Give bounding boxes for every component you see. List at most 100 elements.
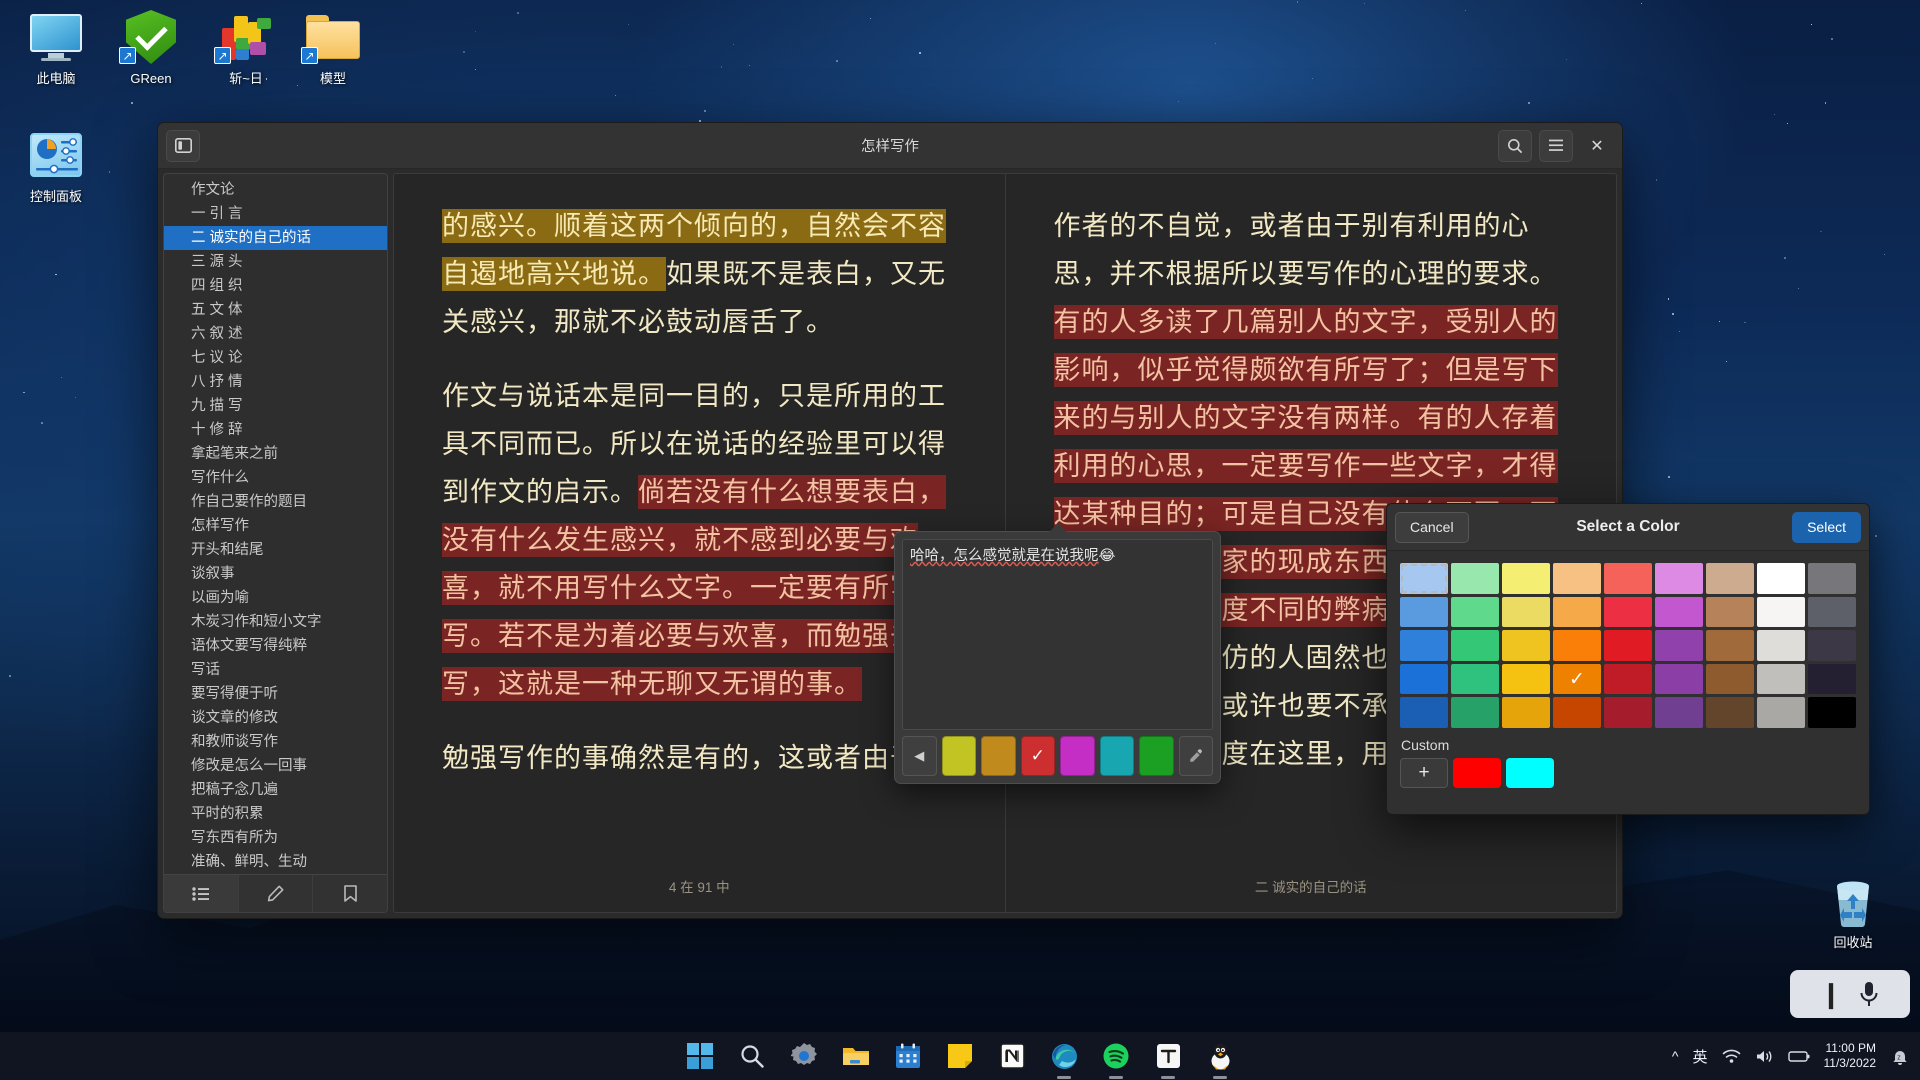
color-swatch[interactable] — [1451, 664, 1499, 695]
sidebar-item[interactable]: 七 议 论 — [164, 346, 387, 370]
color-swatch[interactable] — [1553, 630, 1601, 661]
sidebar-item[interactable]: 写话 — [164, 658, 387, 682]
taskbar-spotify-icon[interactable] — [1101, 1041, 1131, 1071]
bookmark-icon[interactable] — [313, 875, 387, 912]
desktop-icon-green[interactable]: ↗ GReen — [103, 8, 199, 87]
color-swatch[interactable] — [1604, 563, 1652, 594]
taskbar-microsoft-edge-icon[interactable] — [1049, 1041, 1079, 1071]
sidebar-toggle-icon[interactable] — [166, 130, 200, 162]
chevron-left-icon[interactable]: ◀ — [902, 736, 937, 776]
desktop-icon-this-pc[interactable]: 此电脑 — [8, 8, 104, 87]
sidebar-item[interactable]: 木炭习作和短小文字 — [164, 610, 387, 634]
sidebar-item[interactable]: 作文论 — [164, 178, 387, 202]
eyedropper-icon[interactable] — [1179, 736, 1214, 776]
select-button[interactable]: Select — [1792, 512, 1861, 543]
sidebar-item[interactable]: 四 组 织 — [164, 274, 387, 298]
sidebar-item[interactable]: 五 文 体 — [164, 298, 387, 322]
taskbar-sticky-notes-icon[interactable] — [945, 1041, 975, 1071]
taskbar-file-explorer-icon[interactable] — [841, 1041, 871, 1071]
color-swatch[interactable] — [1757, 664, 1805, 695]
cancel-button[interactable]: Cancel — [1395, 512, 1469, 543]
clock[interactable]: 11:00 PM 11/3/2022 — [1824, 1041, 1877, 1071]
color-swatch[interactable] — [1655, 664, 1703, 695]
color-swatch[interactable] — [1655, 630, 1703, 661]
color-swatch[interactable] — [1553, 697, 1601, 728]
sidebar-item[interactable]: 谈文章的修改 — [164, 706, 387, 730]
battery-icon[interactable] — [1788, 1050, 1810, 1063]
desktop-icon-winrar[interactable]: ↗ 斩~日 — [198, 8, 294, 87]
microphone-icon[interactable] — [1858, 980, 1880, 1008]
toc-list-icon[interactable] — [164, 875, 239, 912]
color-swatch[interactable] — [1553, 563, 1601, 594]
note-color-swatch[interactable] — [1060, 736, 1095, 776]
sidebar-item[interactable]: 和教师谈写作 — [164, 730, 387, 754]
color-swatch[interactable] — [1502, 630, 1550, 661]
wifi-icon[interactable] — [1722, 1049, 1741, 1064]
color-swatch[interactable] — [1757, 597, 1805, 628]
color-swatch[interactable] — [1757, 630, 1805, 661]
color-swatch[interactable]: ✓ — [1553, 664, 1601, 695]
color-swatch[interactable] — [1604, 630, 1652, 661]
color-swatch[interactable] — [1400, 630, 1448, 661]
sidebar-item[interactable]: 拿起笔来之前 — [164, 442, 387, 466]
color-swatch[interactable] — [1808, 664, 1856, 695]
tray-chevron-up-icon[interactable]: ^ — [1672, 1048, 1679, 1064]
search-icon[interactable] — [1498, 130, 1532, 162]
sidebar-item[interactable]: 写作什么 — [164, 466, 387, 490]
color-swatch[interactable] — [1808, 597, 1856, 628]
sidebar-item[interactable]: 准确、鲜明、生动 — [164, 850, 387, 874]
desktop-icon-model-folder[interactable]: ↗ 模型 — [285, 8, 381, 87]
sidebar-item[interactable]: 要写得便于听 — [164, 682, 387, 706]
color-swatch[interactable] — [1604, 597, 1652, 628]
note-text-area[interactable]: 哈哈，怎么感觉就是在说我呢😂 — [902, 539, 1213, 730]
color-swatch[interactable] — [1400, 563, 1448, 594]
color-swatch[interactable] — [1706, 664, 1754, 695]
sidebar-item[interactable]: 六 叙 述 — [164, 322, 387, 346]
annotation-pencil-icon[interactable] — [239, 875, 314, 912]
volume-icon[interactable] — [1755, 1049, 1774, 1064]
sidebar-item[interactable]: 写东西有所为 — [164, 826, 387, 850]
color-swatch[interactable] — [1757, 563, 1805, 594]
color-swatch[interactable] — [1604, 697, 1652, 728]
color-swatch[interactable] — [1655, 563, 1703, 594]
desktop-icon-control-panel[interactable]: 控制面板 — [8, 126, 104, 205]
color-swatch[interactable] — [1502, 563, 1550, 594]
ime-indicator[interactable]: 英 — [1692, 1046, 1707, 1067]
sidebar-item[interactable]: 怎样写作 — [164, 514, 387, 538]
color-swatch[interactable] — [1400, 664, 1448, 695]
taskbar-typora-icon[interactable] — [1153, 1041, 1183, 1071]
color-swatch[interactable] — [1706, 630, 1754, 661]
color-swatch[interactable] — [1706, 697, 1754, 728]
add-custom-color-button[interactable]: + — [1400, 758, 1448, 788]
close-icon[interactable]: ✕ — [1580, 130, 1614, 162]
color-swatch[interactable] — [1502, 697, 1550, 728]
color-swatch[interactable] — [1808, 630, 1856, 661]
custom-color-swatch[interactable] — [1506, 758, 1554, 788]
taskbar-start-windows-icon[interactable] — [685, 1041, 715, 1071]
sidebar-item[interactable]: 开头和结尾 — [164, 538, 387, 562]
color-swatch[interactable] — [1655, 697, 1703, 728]
color-swatch[interactable] — [1400, 597, 1448, 628]
table-of-contents[interactable]: 作文论一 引 言二 诚实的自己的话三 源 头四 组 织五 文 体六 叙 述七 议… — [164, 174, 387, 874]
color-swatch[interactable] — [1451, 630, 1499, 661]
color-swatch[interactable] — [1706, 597, 1754, 628]
sidebar-item[interactable]: 语体文要写得纯粹 — [164, 634, 387, 658]
taskbar-calendar-icon[interactable] — [893, 1041, 923, 1071]
sidebar-item[interactable]: 三 源 头 — [164, 250, 387, 274]
color-swatch[interactable] — [1400, 697, 1448, 728]
note-color-swatch[interactable] — [942, 736, 977, 776]
sidebar-item[interactable]: 作自己要作的题目 — [164, 490, 387, 514]
notification-bell-icon[interactable]: z — [1890, 1047, 1910, 1066]
sidebar-item[interactable]: 修改是怎么一回事 — [164, 754, 387, 778]
color-swatch[interactable] — [1553, 597, 1601, 628]
note-color-swatch[interactable] — [981, 736, 1016, 776]
hamburger-menu-icon[interactable] — [1539, 130, 1573, 162]
color-swatch[interactable] — [1451, 597, 1499, 628]
taskbar-linux-tux-icon[interactable] — [1205, 1041, 1235, 1071]
note-color-swatch[interactable] — [1100, 736, 1135, 776]
color-swatch[interactable] — [1808, 563, 1856, 594]
note-color-swatch[interactable]: ✓ — [1021, 736, 1056, 776]
taskbar-settings-gear-icon[interactable] — [789, 1041, 819, 1071]
desktop-icon-recycle-bin[interactable]: 回收站 — [1805, 872, 1901, 951]
sidebar-item[interactable]: 平时的积累 — [164, 802, 387, 826]
